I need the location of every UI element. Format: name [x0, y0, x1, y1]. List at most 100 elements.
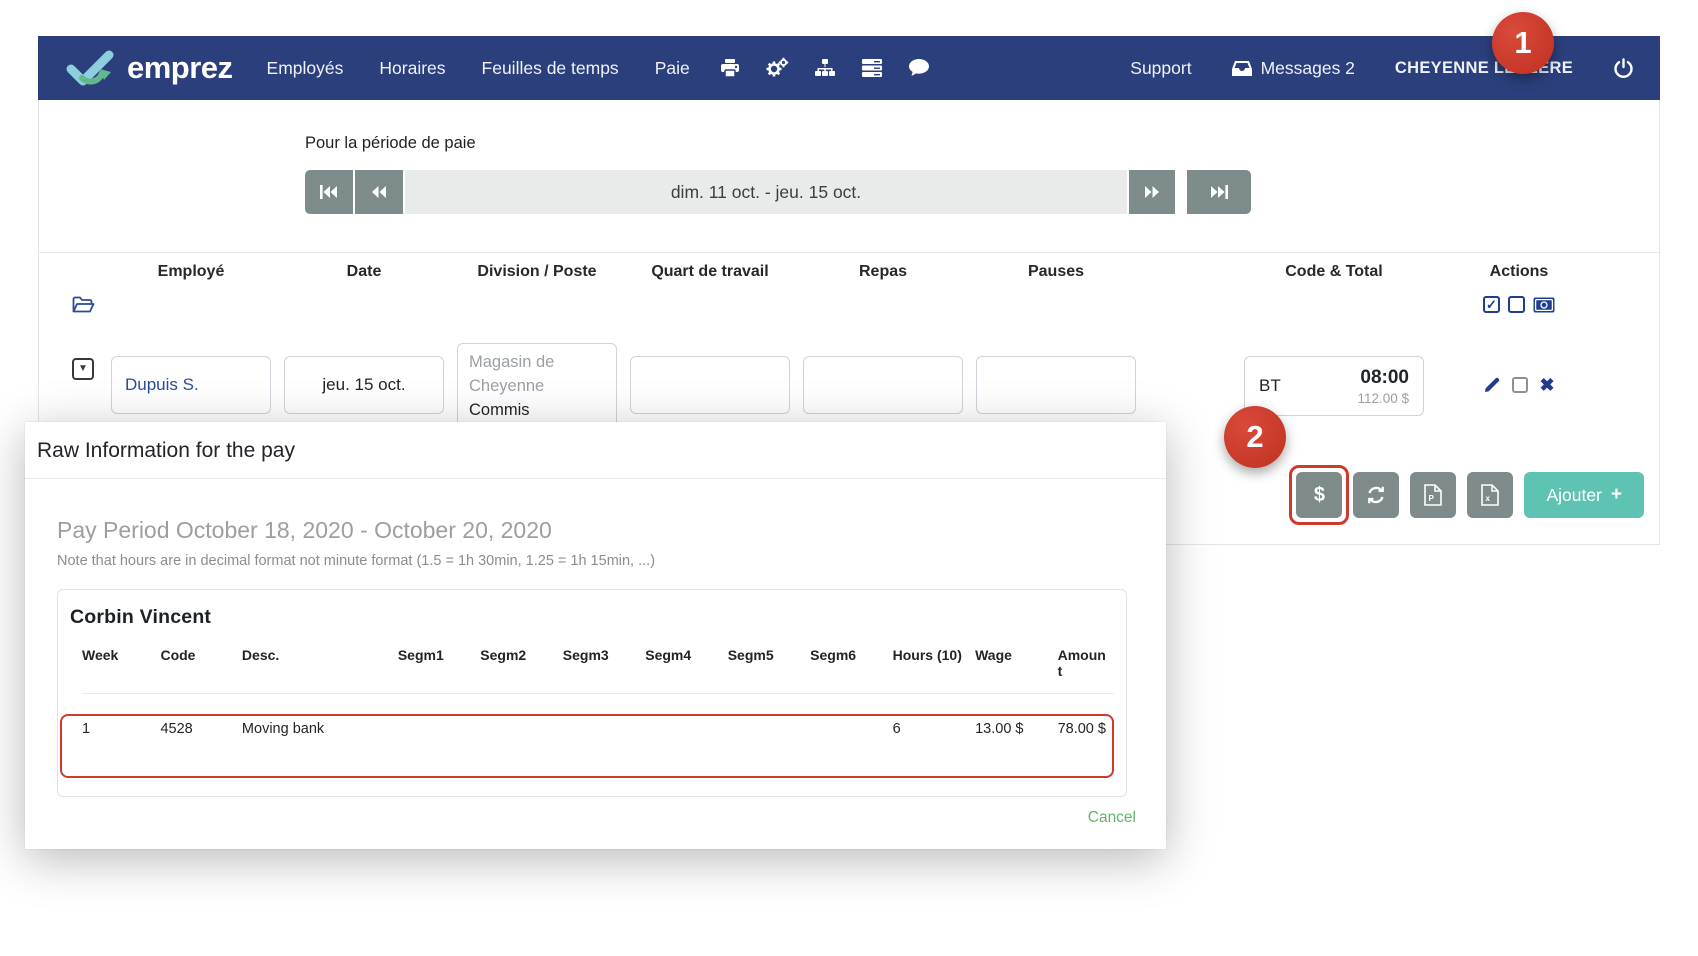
- division-line1: Magasin de: [469, 353, 555, 371]
- raw-cell-wage: 13.00 $: [975, 721, 1024, 737]
- chat-bubble-icon[interactable]: [908, 58, 930, 78]
- export-excel-button[interactable]: x: [1467, 472, 1514, 518]
- modal-header: Raw Information for the pay: [25, 422, 1166, 479]
- inbox-icon: [1231, 60, 1252, 77]
- raw-col-code: Code: [160, 645, 242, 694]
- header-action-icons: ✓: [1439, 296, 1599, 313]
- code-label: BT: [1259, 376, 1281, 395]
- messages-label: Messages 2: [1260, 57, 1355, 78]
- printer-icon[interactable]: [720, 58, 740, 78]
- employee-pay-card: Corbin Vincent Week Code Desc. Segm1 Seg…: [57, 589, 1127, 797]
- raw-col-segm6: Segm6: [810, 645, 893, 694]
- raw-cell-segm1: [398, 694, 480, 765]
- nav-item-paie[interactable]: Paie: [655, 58, 690, 79]
- nav-links: Employés Horaires Feuilles de temps Paie: [267, 58, 690, 79]
- server-stack-icon[interactable]: [861, 58, 883, 78]
- date-cell[interactable]: jeu. 15 oct.: [284, 356, 444, 414]
- emprez-check-logo-icon: [64, 49, 118, 87]
- employee-name: Corbin Vincent: [70, 606, 212, 628]
- modal-body: Pay Period October 18, 2020 - October 20…: [25, 479, 1166, 797]
- raw-cell-code: 4528: [160, 721, 193, 737]
- money-bill-icon[interactable]: [1533, 297, 1555, 313]
- open-folder-icon[interactable]: [72, 296, 95, 314]
- raw-col-wage: Wage: [975, 645, 1058, 694]
- raw-pay-modal: Raw Information for the pay Pay Period O…: [25, 422, 1166, 849]
- raw-col-amount: Amount: [1057, 645, 1114, 694]
- plus-icon: +: [1610, 484, 1622, 505]
- delete-x-icon[interactable]: ✖: [1539, 376, 1554, 394]
- raw-cell-amount: 78.00 $: [1057, 721, 1106, 737]
- col-header-code-total: Code & Total: [1285, 263, 1383, 280]
- nav-item-horaires[interactable]: Horaires: [379, 58, 445, 79]
- modal-footer: Cancel: [1088, 809, 1136, 827]
- modal-title: Raw Information for the pay: [37, 439, 295, 462]
- period-last-button[interactable]: [1187, 170, 1251, 214]
- ajouter-button[interactable]: Ajouter +: [1524, 472, 1644, 518]
- raw-cell-segm4: [645, 694, 727, 765]
- repas-cell[interactable]: [803, 356, 963, 414]
- raw-cell-segm3: [563, 694, 645, 765]
- svg-text:x: x: [1486, 494, 1491, 503]
- code-total-cell[interactable]: BT 08:00 112.00 $: [1244, 356, 1424, 416]
- poste-label: Commis: [469, 400, 530, 419]
- row-checkbox[interactable]: [1512, 377, 1529, 393]
- sitemap-icon[interactable]: [814, 58, 836, 78]
- decimal-format-note: Note that hours are in decimal format no…: [57, 553, 656, 569]
- total-amount: 112.00 $: [1357, 390, 1409, 406]
- col-header-actions: Actions: [1489, 263, 1549, 280]
- navbar: emprez Employés Horaires Feuilles de tem…: [38, 36, 1660, 100]
- period-value[interactable]: dim. 11 oct. - jeu. 15 oct.: [405, 170, 1127, 214]
- raw-cell-week: 1: [82, 721, 91, 737]
- total-time: 08:00: [1360, 366, 1409, 388]
- period-previous-button[interactable]: [355, 170, 403, 214]
- raw-cell-hours: 6: [892, 721, 901, 737]
- raw-col-desc: Desc.: [241, 645, 398, 694]
- pay-period-selector: dim. 11 oct. - jeu. 15 oct.: [305, 170, 1251, 214]
- caret-square-down-icon[interactable]: ▼: [72, 358, 94, 380]
- deselect-all-checkbox-icon[interactable]: [1508, 296, 1525, 313]
- raw-table-header-row: Week Code Desc. Segm1 Segm2 Segm3 Segm4 …: [82, 645, 1114, 694]
- col-header-division: Division / Poste: [477, 263, 597, 280]
- raw-col-segm5: Segm5: [727, 645, 811, 694]
- navbar-right: Support Messages 2 CHEYENNE LECLERE: [1130, 58, 1634, 79]
- raw-cell-segm6: [810, 694, 892, 765]
- edit-pencil-icon[interactable]: [1483, 376, 1501, 394]
- col-header-quart: Quart de travail: [651, 263, 769, 280]
- raw-cell-desc: Moving bank: [241, 721, 325, 737]
- select-all-checkbox-icon[interactable]: ✓: [1483, 296, 1500, 313]
- cancel-button[interactable]: Cancel: [1088, 809, 1136, 826]
- nav-item-support[interactable]: Support: [1130, 58, 1191, 79]
- export-pdf-button[interactable]: P: [1410, 472, 1457, 518]
- raw-col-segm1: Segm1: [397, 645, 481, 694]
- pauses-cell[interactable]: [976, 356, 1136, 414]
- raw-cell-segm5: [728, 694, 810, 765]
- raw-pay-dollar-button[interactable]: $: [1296, 472, 1343, 518]
- raw-cell-segm2: [480, 694, 562, 765]
- employee-cell[interactable]: Dupuis S.: [111, 356, 271, 414]
- nav-icon-group: [720, 57, 930, 79]
- raw-col-hours: Hours (10): [892, 645, 976, 694]
- division-line2: Cheyenne: [469, 376, 545, 395]
- col-header-employe: Employé: [157, 263, 225, 280]
- row-actions: ✖: [1439, 376, 1599, 394]
- brand-name: emprez: [127, 50, 233, 85]
- pay-period-heading: Pay Period October 18, 2020 - October 20…: [57, 517, 552, 543]
- nav-item-employes[interactable]: Employés: [267, 58, 344, 79]
- refresh-button[interactable]: [1353, 472, 1400, 518]
- nav-item-feuilles-de-temps[interactable]: Feuilles de temps: [482, 58, 619, 79]
- quart-cell[interactable]: [630, 356, 790, 414]
- dollar-button-highlight: $: [1289, 465, 1350, 525]
- col-header-repas: Repas: [858, 263, 908, 280]
- raw-pay-table: Week Code Desc. Segm1 Segm2 Segm3 Segm4 …: [82, 645, 1114, 764]
- period-label: Pour la période de paie: [305, 134, 476, 152]
- toolbar: $ P x Ajouter +: [1289, 465, 1644, 525]
- brand-logo[interactable]: emprez: [64, 49, 233, 87]
- raw-col-segm2: Segm2: [480, 645, 563, 694]
- settings-cogs-icon[interactable]: [765, 57, 789, 79]
- power-logout-icon[interactable]: [1613, 57, 1634, 79]
- raw-col-segm3: Segm3: [562, 645, 646, 694]
- raw-table-data-row: 1 4528 Moving bank 6 13.00 $ 78.00 $: [82, 694, 1114, 765]
- period-first-button[interactable]: [305, 170, 353, 214]
- messages-link[interactable]: Messages 2: [1231, 57, 1355, 79]
- period-next-button[interactable]: [1129, 170, 1175, 214]
